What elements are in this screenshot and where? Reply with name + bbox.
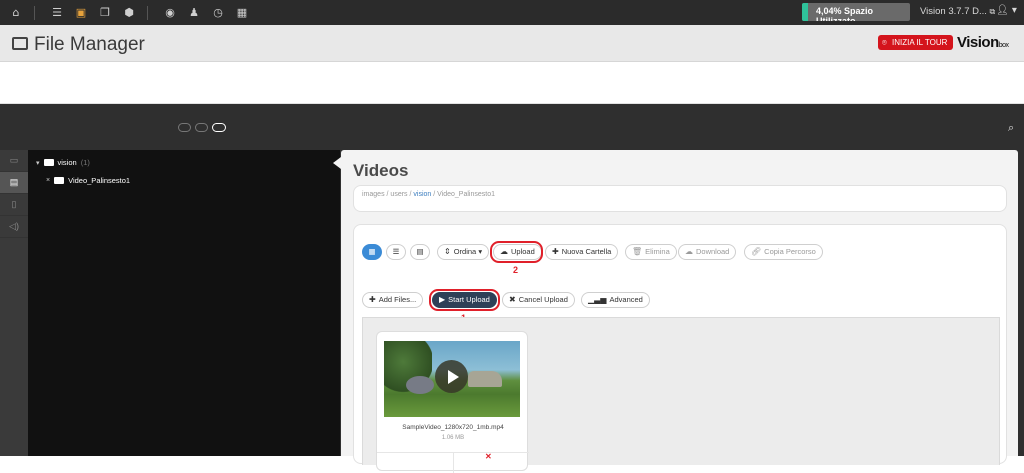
file-card[interactable]: SampleVideo_1280x720_1mb.mp4 1.06 MB ✕ bbox=[376, 331, 529, 473]
start-tour-button[interactable]: ⌾ INIZIA IL TOUR bbox=[878, 35, 954, 50]
calendar-view-button[interactable]: ▤ bbox=[410, 244, 430, 260]
chart-icon: ▁▃▅ bbox=[588, 295, 607, 304]
breadcrumb-item-current: Video_Palinsesto1 bbox=[437, 191, 495, 198]
home-icon[interactable]: ⌂ bbox=[8, 5, 24, 21]
pane-pointer bbox=[333, 157, 341, 169]
folder-open-icon bbox=[43, 159, 54, 166]
main-content: Videos images / users / vision / Video_P… bbox=[341, 150, 1018, 473]
link-icon: 🔗︎ bbox=[751, 247, 762, 256]
thumbnail-rock bbox=[468, 371, 502, 387]
calendar-icon: ▤ bbox=[416, 247, 424, 256]
remove-icon[interactable]: ✕ bbox=[485, 452, 492, 461]
layout-toggle-group bbox=[178, 123, 226, 132]
sidebar-item-videos[interactable]: ▤ bbox=[0, 172, 28, 194]
clock-icon[interactable]: ◷ bbox=[210, 5, 226, 21]
image-icon[interactable]: ▣ bbox=[73, 5, 89, 21]
external-link-icon: ⧉ bbox=[989, 7, 996, 16]
advanced-button[interactable]: ▁▃▅ Advanced bbox=[581, 292, 650, 308]
file-size: 1.06 MB bbox=[441, 435, 465, 441]
thumbnail-character bbox=[406, 376, 434, 394]
layout-toggle-3[interactable] bbox=[212, 123, 226, 132]
user-menu-button[interactable]: 👤︎ ▾ bbox=[996, 5, 1017, 16]
video-thumbnail[interactable] bbox=[384, 341, 520, 417]
film-icon: ▤ bbox=[9, 177, 19, 187]
box-icon[interactable]: ⬢ bbox=[121, 5, 137, 21]
plus-icon: ✚ bbox=[552, 247, 559, 256]
step-marker-2: 2 bbox=[513, 265, 519, 275]
grid-view-button[interactable]: ▦ bbox=[362, 244, 382, 260]
tree-node-label: vision bbox=[57, 158, 77, 167]
storage-usage-fill bbox=[802, 3, 809, 21]
breadcrumb-item[interactable]: users bbox=[390, 191, 407, 198]
sidebar-item-images[interactable]: ▭ bbox=[0, 150, 28, 172]
breadcrumb: images / users / vision / Video_Palinses… bbox=[353, 185, 1007, 212]
trash-icon: 🗑︎ bbox=[632, 247, 643, 256]
highlight-ring-start-upload bbox=[429, 289, 500, 311]
brand-logo: Visionbox bbox=[957, 34, 1009, 51]
tree-node-count: (1) bbox=[80, 158, 90, 167]
caret-down-icon[interactable]: ▾ bbox=[36, 159, 40, 167]
list-icon: ☰ bbox=[392, 247, 400, 256]
document-icon: ▯ bbox=[11, 199, 17, 209]
file-toolbox: ▦ ☰ ▤ ⇕ Ordina ▾ ☁ Upload 2 ✚ Nuova Cartell… bbox=[353, 224, 1007, 473]
speaker-icon: ◁) bbox=[9, 221, 19, 231]
search-icon[interactable]: ⌕ bbox=[1008, 121, 1014, 135]
image-icon bbox=[12, 37, 28, 50]
tree-node-child[interactable]: × Video_Palinsesto1 bbox=[46, 176, 130, 185]
highlight-ring-upload bbox=[490, 241, 543, 263]
divider bbox=[34, 5, 35, 20]
folder-title: Videos bbox=[353, 161, 409, 180]
collapse-marker-icon: × bbox=[46, 177, 51, 184]
folder-tree: ▾ vision (1) × Video_Palinsesto1 bbox=[28, 150, 340, 456]
breadcrumb-item[interactable]: vision bbox=[413, 191, 431, 198]
map-marker-icon: ⌾ bbox=[882, 38, 887, 47]
dashboard-icon[interactable]: ▦ bbox=[234, 5, 250, 21]
page-title: File Manager bbox=[34, 34, 145, 55]
add-files-button[interactable]: ✚ Add Files... bbox=[362, 292, 424, 308]
cancel-upload-button[interactable]: ✖ Cancel Upload bbox=[502, 292, 575, 308]
plus-icon: ✚ bbox=[369, 295, 376, 304]
list-view-button[interactable]: ☰ bbox=[386, 244, 406, 260]
chevron-down-icon: ▾ bbox=[478, 247, 483, 256]
list-icon[interactable]: ☰ bbox=[49, 5, 65, 21]
page-header: File Manager ⌾ INIZIA IL TOUR Visionbox bbox=[0, 25, 1024, 62]
divider bbox=[147, 5, 148, 20]
breadcrumb-item[interactable]: images bbox=[362, 191, 385, 198]
layout-toggle-1[interactable] bbox=[178, 123, 191, 132]
file-card-actions: ✕ bbox=[377, 452, 529, 473]
delete-button[interactable]: 🗑︎ Elimina bbox=[625, 244, 677, 260]
version-link[interactable]: Vision 3.7.7 D... ⧉ bbox=[920, 6, 995, 17]
blank-strip bbox=[0, 62, 1024, 104]
sort-dropdown[interactable]: ⇕ Ordina ▾ bbox=[437, 244, 490, 260]
tree-node-label: Video_Palinsesto1 bbox=[68, 176, 131, 185]
play-icon[interactable] bbox=[435, 360, 468, 393]
image-icon: ▭ bbox=[9, 155, 19, 165]
sort-icon: ⇕ bbox=[444, 247, 451, 256]
layout-toggle-2[interactable] bbox=[195, 123, 208, 132]
user-icon: 👤︎ bbox=[996, 5, 1009, 16]
grid-icon: ▦ bbox=[368, 247, 376, 256]
download-button[interactable]: ☁ Download bbox=[678, 244, 737, 260]
close-icon: ✖ bbox=[509, 295, 516, 304]
divider bbox=[453, 453, 454, 473]
storage-usage-label: 4,04% Spazio Utilizzato bbox=[816, 6, 874, 21]
file-name: SampleVideo_1280x720_1mb.mp4 bbox=[402, 424, 504, 431]
tree-node-root[interactable]: ▾ vision (1) bbox=[36, 158, 90, 167]
sidebar-item-audio[interactable]: ◁) bbox=[0, 216, 28, 238]
eye-icon[interactable]: ◉ bbox=[162, 5, 178, 21]
windows-icon[interactable]: ❐ bbox=[97, 5, 113, 21]
cloud-download-icon: ☁ bbox=[685, 247, 693, 256]
file-gallery: SampleVideo_1280x720_1mb.mp4 1.06 MB ✕ bbox=[362, 317, 1000, 473]
sidebar-item-documents[interactable]: ▯ bbox=[0, 194, 28, 216]
chevron-down-icon: ▾ bbox=[1011, 5, 1017, 16]
copy-path-button[interactable]: 🔗︎ Copia Percorso bbox=[744, 244, 823, 260]
storage-usage-bar: 4,04% Spazio Utilizzato bbox=[802, 3, 910, 21]
new-folder-button[interactable]: ✚ Nuova Cartella bbox=[545, 244, 619, 260]
left-sidebar: ▭ ▤ ▯ ◁) bbox=[0, 150, 28, 456]
users-icon[interactable]: ♟ bbox=[186, 5, 202, 21]
folder-icon bbox=[54, 177, 65, 184]
